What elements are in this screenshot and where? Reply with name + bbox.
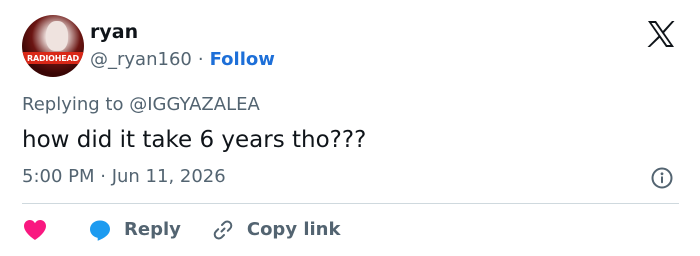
reply-label: Reply [124,219,181,240]
info-icon[interactable] [651,167,673,189]
avatar-band: RADIOHEAD [22,52,84,64]
avatar-face [46,21,68,51]
divider [22,203,679,204]
link-icon [213,220,233,240]
copy-link-label: Copy link [246,219,341,240]
action-bar: Reply Copy link [22,216,340,244]
author-handle[interactable]: @_ryan160 [90,48,192,72]
timestamp[interactable]: 5:00 PM · Jun 11, 2026 [22,164,226,190]
like-button[interactable] [22,218,88,242]
reply-button[interactable]: Reply [88,218,181,242]
reply-bubble-icon [90,220,110,241]
author-name[interactable]: ryan [90,20,138,44]
copy-link-button[interactable]: Copy link [211,218,341,242]
avatar-text: RADIOHEAD [27,53,79,63]
handle-separator: · [197,49,204,70]
x-logo-icon[interactable] [646,20,676,48]
heart-icon [24,220,46,240]
avatar[interactable]: RADIOHEAD [22,15,84,77]
replying-to[interactable]: Replying to @IGGYAZALEA [22,92,260,118]
author-handle-row: @_ryan160 · Follow [90,48,275,72]
follow-button[interactable]: Follow [210,48,275,72]
tweet-text: how did it take 6 years tho??? [22,127,367,153]
